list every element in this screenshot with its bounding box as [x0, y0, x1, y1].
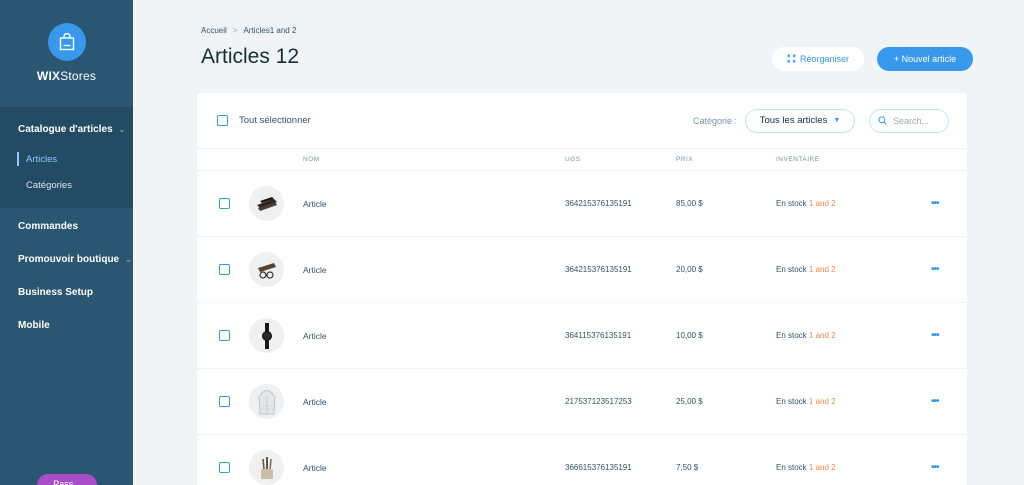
glasses-icon: [249, 252, 284, 287]
product-price: 85,00 $: [676, 199, 703, 208]
watch-icon: [249, 318, 284, 353]
breadcrumb-current: Articles1 and 2: [243, 26, 297, 35]
table-header: NOM UGS PRIX INVENTAIRE: [197, 149, 967, 171]
page-title: Articles 12: [201, 45, 300, 68]
search-input[interactable]: [893, 115, 945, 126]
product-inventory: En stock 1 and 2: [776, 331, 836, 340]
product-name[interactable]: Article: [303, 265, 327, 275]
product-name[interactable]: Article: [303, 397, 327, 407]
sidebar-item-orders[interactable]: Commandes: [0, 210, 133, 243]
product-inventory: En stock 1 and 2: [776, 397, 836, 406]
sidebar: WIXStores Catalogue d'articles ⌄ Articles…: [0, 0, 133, 485]
product-inventory: En stock 1 and 2: [776, 199, 836, 208]
category-label: Catégorie :: [692, 115, 737, 126]
row-checkbox[interactable]: [219, 462, 230, 473]
reorder-icon: [787, 54, 796, 65]
table-row[interactable]: Article 364115376135191 10,00 $ En stock…: [197, 303, 967, 369]
more-actions-icon[interactable]: •••: [931, 198, 939, 209]
sidebar-item-promote[interactable]: Promouvoir boutique ⌄: [0, 243, 133, 276]
product-price: 20,00 $: [676, 265, 703, 274]
sidebar-item-business-setup[interactable]: Business Setup: [0, 276, 133, 309]
catalog-group: Catalogue d'articles ⌄ Articles Catégorie…: [0, 107, 133, 208]
table-toolbar: Tout sélectionner Catégorie : Tous les a…: [197, 93, 967, 149]
product-name[interactable]: Article: [303, 199, 327, 209]
breadcrumb-home[interactable]: Accueil: [201, 26, 227, 35]
chevron-down-icon: ▼: [833, 117, 841, 124]
sidebar-item-mobile[interactable]: Mobile: [0, 309, 133, 342]
table-row[interactable]: Article 364215376135191 85,00 $ En stock…: [197, 171, 967, 237]
chevron-down-icon: ⌄: [118, 125, 126, 134]
row-checkbox[interactable]: [219, 396, 230, 407]
sidebar-item-articles[interactable]: Articles: [0, 146, 133, 172]
logo: WIXStores: [0, 0, 133, 102]
column-header-sku[interactable]: UGS: [565, 156, 581, 163]
row-checkbox[interactable]: [219, 198, 230, 209]
table-row[interactable]: Article 217537123517253 25,00 $ En stock…: [197, 369, 967, 435]
product-sku: 217537123517253: [565, 397, 632, 406]
hoodie-icon: [249, 384, 284, 419]
select-all-label: Tout sélectionner: [239, 115, 311, 126]
product-sku: 364115376135191: [565, 331, 632, 340]
sidebar-item-catalog[interactable]: Catalogue d'articles ⌄: [0, 113, 133, 146]
more-actions-icon[interactable]: •••: [931, 396, 939, 407]
products-card: Tout sélectionner Catégorie : Tous les a…: [197, 93, 967, 485]
column-header-price[interactable]: PRIX: [676, 156, 693, 163]
column-header-inventory[interactable]: INVENTAIRE: [776, 156, 820, 163]
product-name[interactable]: Article: [303, 463, 327, 473]
reorganize-button[interactable]: Réorganiser: [772, 47, 864, 71]
upgrade-button[interactable]: Pass...: [37, 474, 97, 485]
search-box: [869, 108, 949, 133]
product-sku: 364215376135191: [565, 199, 632, 208]
more-actions-icon[interactable]: •••: [931, 462, 939, 473]
product-price: 10,00 $: [676, 331, 703, 340]
chevron-right-icon: >: [232, 26, 238, 35]
product-inventory: En stock 1 and 2: [776, 463, 836, 472]
breadcrumb: Accueil > Articles1 and 2: [201, 26, 296, 35]
product-sku: 364215376135191: [565, 265, 632, 274]
table-row[interactable]: Article 364215376135191 20,00 $ En stock…: [197, 237, 967, 303]
brushes-icon: [249, 450, 284, 485]
product-sku: 366615376135191: [565, 463, 632, 472]
column-header-name[interactable]: NOM: [303, 156, 320, 163]
product-inventory: En stock 1 and 2: [776, 265, 836, 274]
wallet-icon: [249, 186, 284, 221]
shopping-bag-icon: [47, 23, 86, 61]
more-actions-icon[interactable]: •••: [931, 264, 939, 275]
sidebar-item-categories[interactable]: Catégories: [0, 172, 133, 198]
product-name[interactable]: Article: [303, 331, 327, 341]
brand-name: WIXStores: [36, 69, 97, 83]
search-icon: [878, 112, 887, 130]
new-article-button[interactable]: + Nouvel article: [877, 47, 973, 71]
category-dropdown[interactable]: Tous les articles ▼: [745, 108, 855, 133]
table-row[interactable]: Article 366615376135191 7,50 $ En stock …: [197, 435, 967, 485]
row-checkbox[interactable]: [219, 264, 230, 275]
more-actions-icon[interactable]: •••: [931, 330, 939, 341]
select-all-checkbox[interactable]: [217, 115, 228, 126]
chevron-down-icon: ⌄: [125, 255, 132, 264]
product-price: 25,00 $: [676, 397, 703, 406]
product-price: 7,50 $: [676, 463, 699, 472]
row-checkbox[interactable]: [219, 330, 230, 341]
